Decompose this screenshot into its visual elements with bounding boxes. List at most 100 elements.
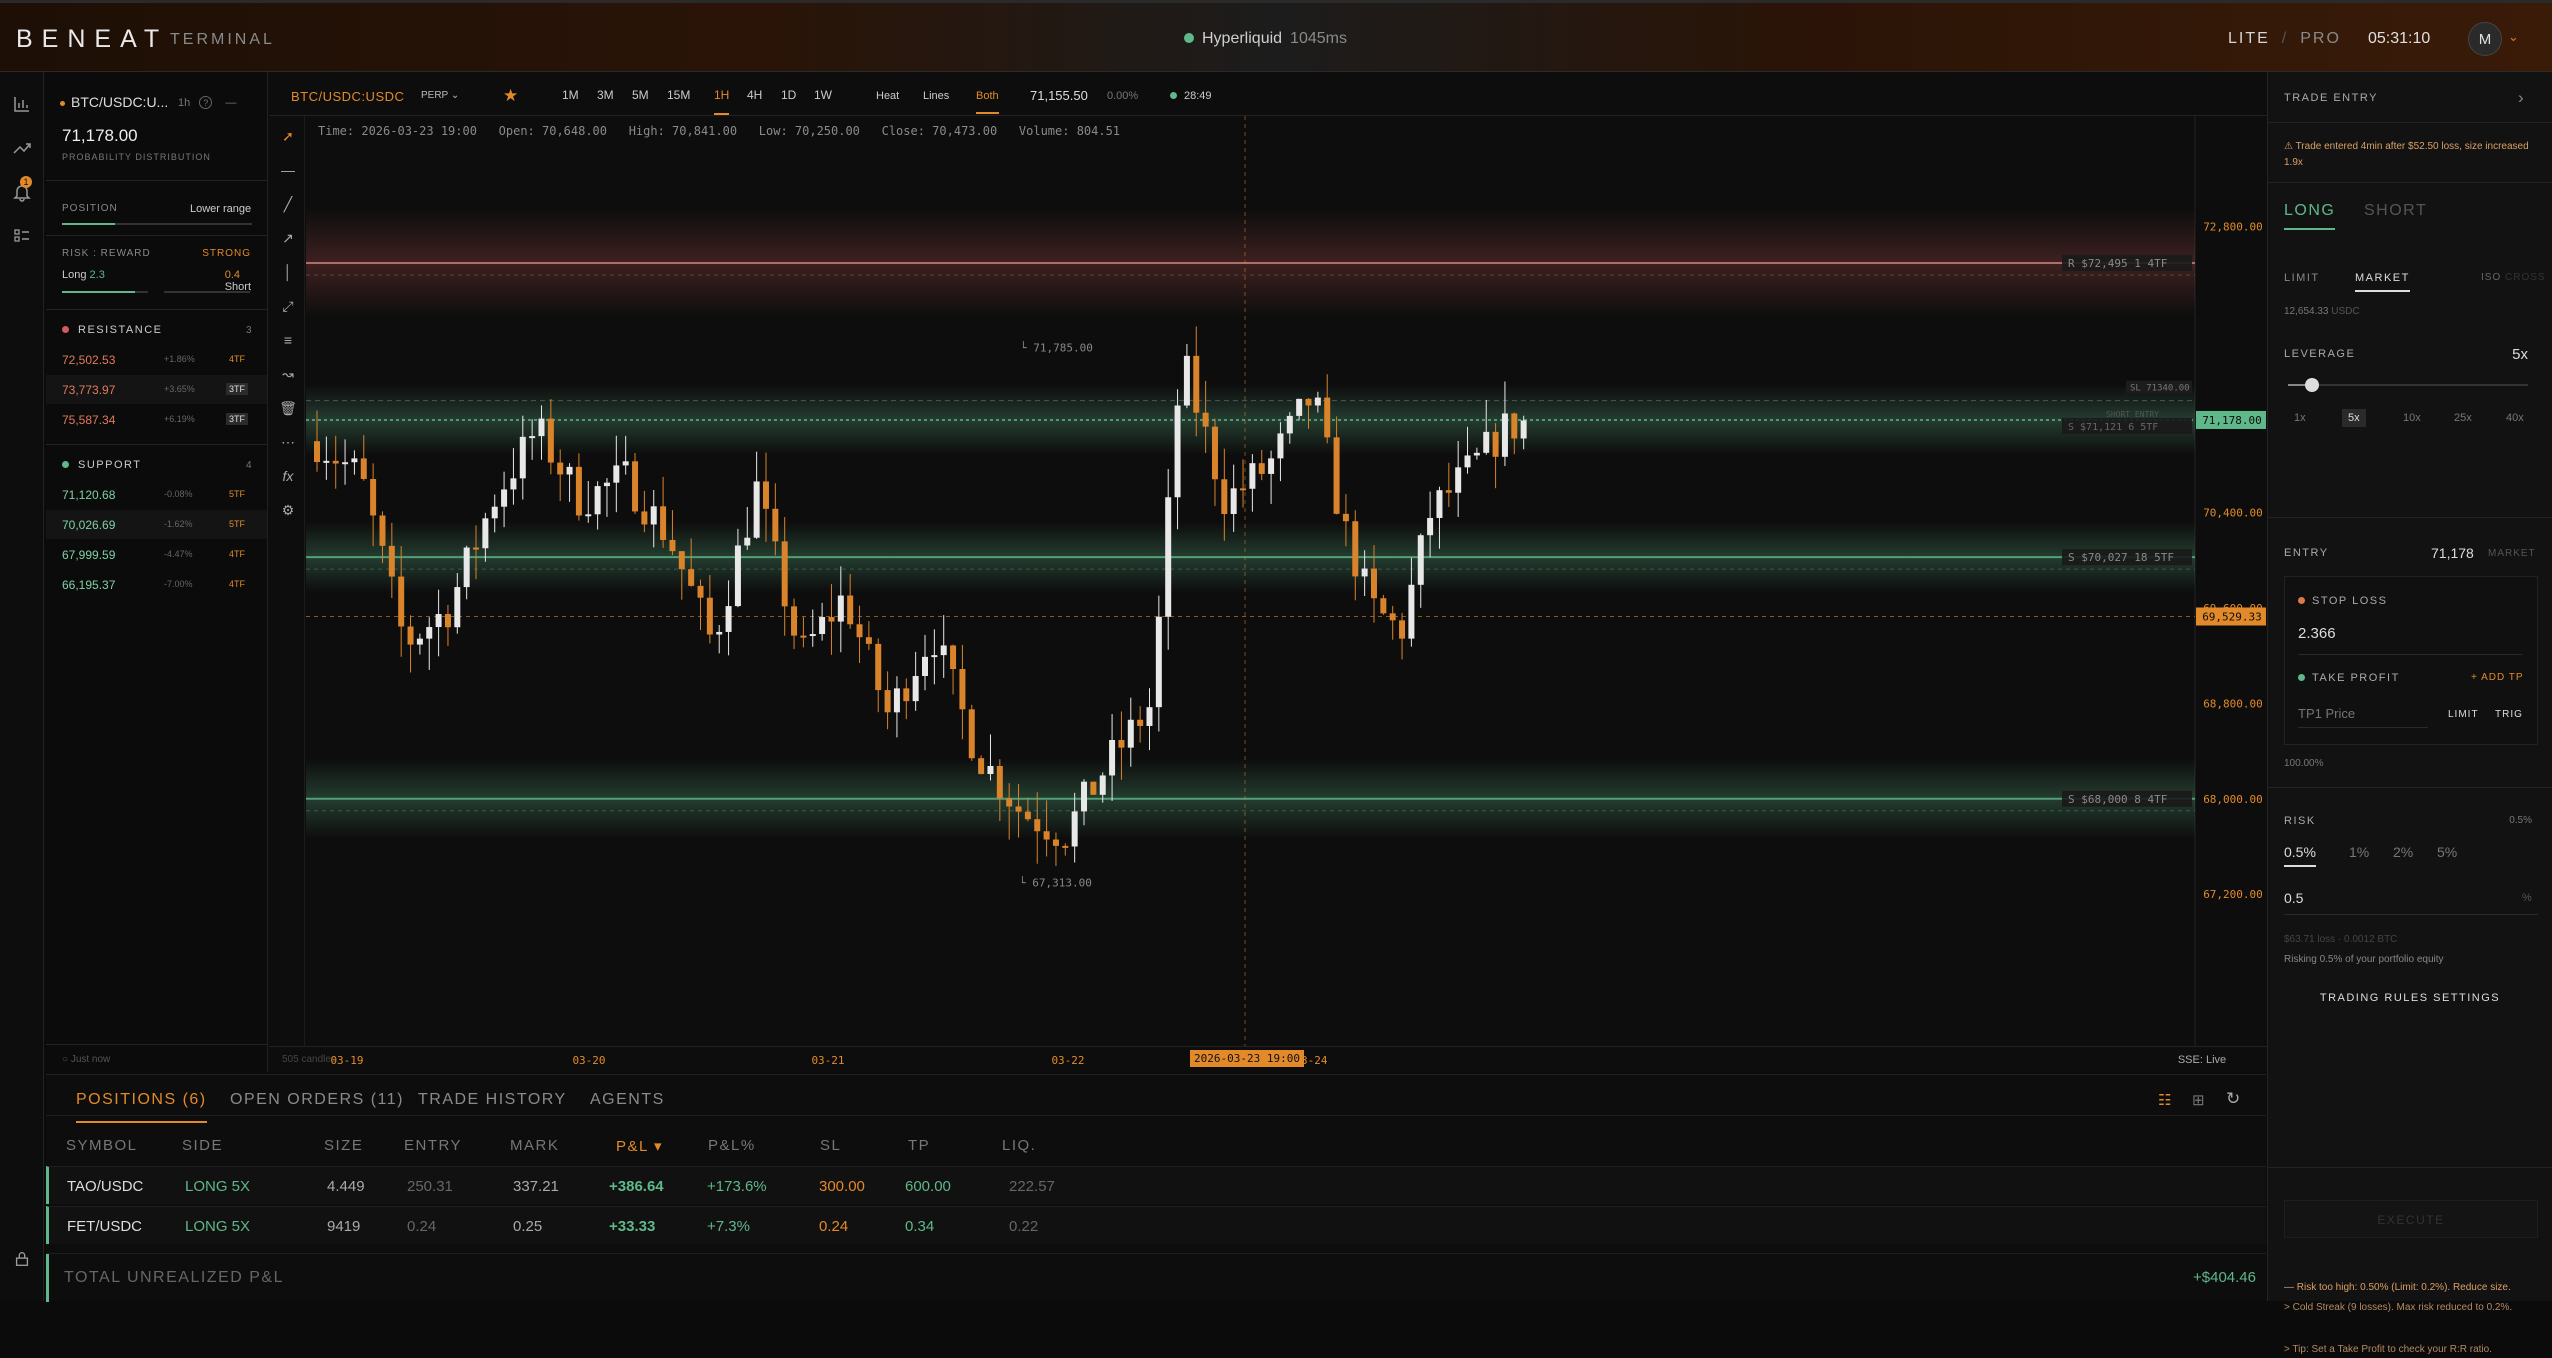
- timeframe-1h[interactable]: 1H: [714, 88, 730, 115]
- more-icon[interactable]: ⋯: [279, 434, 297, 452]
- risk-preset[interactable]: 2%: [2393, 844, 2413, 860]
- leverage-preset-5x[interactable]: 5x: [2342, 409, 2366, 427]
- bar-chart-icon[interactable]: [10, 94, 34, 118]
- avatar-chevron-icon[interactable]: ⌄: [2508, 29, 2519, 45]
- column-header[interactable]: SIDE: [182, 1137, 223, 1154]
- timeframe-1w[interactable]: 1W: [814, 88, 832, 102]
- cross-toggle[interactable]: CROSS: [2505, 272, 2546, 283]
- tab-positions[interactable]: POSITIONS (6): [76, 1091, 207, 1123]
- tab-trade[interactable]: TRADE HISTORY: [418, 1091, 567, 1109]
- cursor-icon[interactable]: ➚: [279, 128, 297, 146]
- risk-input[interactable]: 0.5: [2284, 890, 2303, 906]
- tab-agents[interactable]: AGENTS: [590, 1091, 665, 1109]
- tp-trig-toggle[interactable]: TRIG: [2495, 709, 2523, 720]
- leverage-slider[interactable]: [2288, 384, 2528, 386]
- timeframe-5m[interactable]: 5M: [632, 88, 649, 102]
- list-view-icon[interactable]: ☷: [2158, 1091, 2174, 1109]
- star-icon[interactable]: ★: [503, 86, 518, 106]
- tp-price-input[interactable]: [2298, 700, 2428, 728]
- divider: [46, 235, 268, 236]
- panel-symbol[interactable]: BTC/USDC:U...: [60, 94, 168, 110]
- timeframe-1d[interactable]: 1D: [781, 88, 796, 102]
- vertical-line-icon[interactable]: │: [279, 264, 297, 282]
- column-header[interactable]: MARK: [510, 1137, 559, 1154]
- view-both[interactable]: Both: [976, 90, 999, 114]
- price-chart[interactable]: R $72,495 1 4TF S $70,027 18 5TF S $68,000…: [306, 116, 2267, 1046]
- timeframe-3m[interactable]: 3M: [597, 88, 614, 102]
- horizontal-line-icon[interactable]: —: [279, 162, 297, 180]
- support-level[interactable]: 70,026.69 -1.62% 5TF: [46, 510, 267, 539]
- table-row[interactable]: TAO/USDC LONG 5X 4.449 250.31 337.21 +386.64 +…: [46, 1166, 2266, 1204]
- view-heat[interactable]: Heat: [876, 90, 899, 102]
- column-header[interactable]: ENTRY: [404, 1137, 462, 1154]
- support-level[interactable]: 66,195.37 -7.00% 4TF: [46, 570, 267, 599]
- support-level[interactable]: 67,999.59 -4.47% 4TF: [46, 540, 267, 569]
- risk-preset[interactable]: 1%: [2349, 844, 2369, 860]
- trading-rules-button[interactable]: TRADING RULES SETTINGS: [2268, 992, 2552, 1004]
- column-header[interactable]: SIZE: [324, 1137, 363, 1154]
- column-header[interactable]: SL: [820, 1137, 841, 1154]
- candle-body: [1305, 398, 1312, 406]
- timeframe-15m[interactable]: 15M: [667, 88, 690, 102]
- chart-symbol[interactable]: BTC/USDC:USDC: [291, 89, 404, 104]
- tp-limit-toggle[interactable]: LIMIT: [2448, 709, 2479, 720]
- grid-view-icon[interactable]: ⊞: [2192, 1091, 2208, 1109]
- timeframe-4h[interactable]: 4H: [747, 88, 762, 102]
- support-level[interactable]: 71,120.68 -0.08% 5TF: [46, 480, 267, 509]
- candle-body: [893, 688, 900, 713]
- column-header[interactable]: LIQ.: [1002, 1137, 1036, 1154]
- candle-body: [585, 514, 592, 517]
- trend-icon[interactable]: [10, 138, 34, 162]
- refresh-icon[interactable]: ↻: [2226, 1089, 2242, 1108]
- notification-badge: 1: [20, 176, 32, 188]
- candle-body: [501, 489, 508, 507]
- leverage-preset-1x[interactable]: 1x: [2288, 409, 2312, 427]
- ray-icon[interactable]: ↗: [279, 230, 297, 248]
- resistance-level[interactable]: 73,773.97 +3.65% 3TF: [46, 375, 267, 404]
- market-type-select[interactable]: PERP ⌄: [421, 90, 459, 101]
- mode-pro-button[interactable]: PRO: [2300, 30, 2341, 47]
- leverage-preset-10x[interactable]: 10x: [2397, 409, 2427, 427]
- function-icon[interactable]: fx: [279, 468, 297, 486]
- add-tp-button[interactable]: + ADD TP: [2471, 672, 2524, 683]
- collapse-icon[interactable]: —: [225, 97, 236, 109]
- stop-loss-input[interactable]: 2.366: [2298, 625, 2336, 642]
- limit-tab[interactable]: LIMIT: [2284, 272, 2320, 284]
- trash-icon[interactable]: 🗑: [279, 400, 297, 418]
- risk-preset[interactable]: 0.5%: [2284, 844, 2316, 867]
- collapse-chevron-icon[interactable]: ›: [2518, 88, 2524, 108]
- tab-open[interactable]: OPEN ORDERS (11): [230, 1091, 404, 1109]
- market-tab[interactable]: MARKET: [2355, 272, 2410, 292]
- column-header[interactable]: SYMBOL: [66, 1137, 138, 1154]
- column-header[interactable]: TP: [908, 1137, 930, 1154]
- trendline-icon[interactable]: ╱: [279, 196, 297, 214]
- table-row[interactable]: FET/USDC LONG 5X 9419 0.24 0.25 +33.33 +7.3% 0.…: [46, 1206, 2266, 1244]
- candle-body: [1370, 568, 1377, 599]
- short-tab[interactable]: SHORT: [2364, 202, 2427, 220]
- mode-lite-button[interactable]: LITE: [2228, 30, 2270, 47]
- execute-button[interactable]: EXECUTE: [2284, 1200, 2538, 1238]
- long-tab[interactable]: LONG: [2284, 202, 2336, 230]
- timeframe-1m[interactable]: 1M: [562, 88, 579, 102]
- resistance-level[interactable]: 72,502.53 +1.86% 4TF: [46, 345, 267, 374]
- risk-description: Risking 0.5% of your portfolio equity: [2284, 954, 2444, 965]
- info-icon[interactable]: ?: [199, 96, 213, 109]
- extended-line-icon[interactable]: ⤢: [279, 298, 297, 316]
- leverage-knob[interactable]: [2305, 378, 2319, 392]
- leverage-preset-25x[interactable]: 25x: [2448, 409, 2478, 427]
- iso-toggle[interactable]: ISO: [2481, 272, 2501, 283]
- candle-body: [987, 765, 994, 775]
- lock-icon[interactable]: [10, 1250, 34, 1274]
- avatar[interactable]: M: [2468, 22, 2502, 56]
- column-header[interactable]: P&L ▾: [616, 1137, 663, 1155]
- view-lines[interactable]: Lines: [923, 90, 949, 102]
- resistance-level[interactable]: 75,587.34 +6.19% 3TF: [46, 405, 267, 434]
- gear-icon[interactable]: ⚙: [279, 502, 297, 520]
- risk-preset[interactable]: 5%: [2437, 844, 2457, 860]
- column-header[interactable]: P&L%: [708, 1137, 756, 1154]
- brush-icon[interactable]: ↝: [279, 366, 297, 384]
- fib-icon[interactable]: ≡: [279, 332, 297, 350]
- take-profit-label: TAKE PROFIT: [2298, 672, 2400, 684]
- list-icon[interactable]: [10, 226, 34, 250]
- leverage-preset-40x[interactable]: 40x: [2500, 409, 2530, 427]
